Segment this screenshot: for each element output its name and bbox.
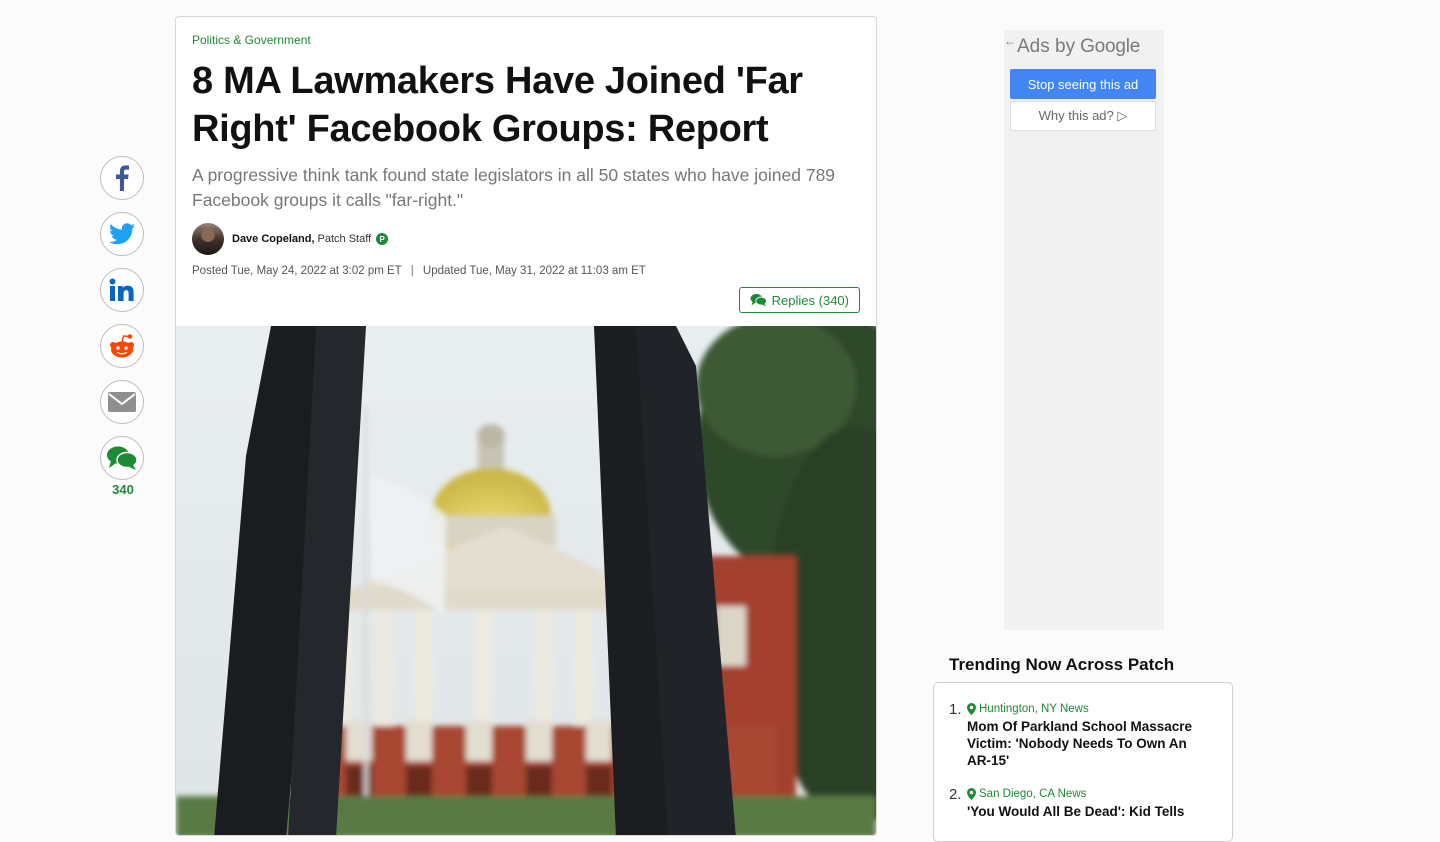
trending-number: 1. [949, 701, 962, 718]
location-pin-icon [967, 788, 976, 800]
replies-button[interactable]: Replies (340) [738, 287, 860, 313]
facebook-icon [116, 165, 129, 191]
author-name[interactable]: Dave Copeland, [232, 233, 315, 245]
trending-location-label: San Diego, CA News [979, 788, 1087, 800]
stop-seeing-ad-button[interactable]: Stop seeing this ad [1010, 69, 1156, 99]
facebook-share-button[interactable] [100, 156, 144, 200]
article-dek: A progressive think tank found state leg… [192, 165, 836, 210]
patch-badge-icon: P [376, 233, 389, 245]
trending-title: Trending Now Across Patch [949, 655, 1175, 674]
hero-image [176, 326, 876, 835]
comments-button[interactable] [100, 436, 144, 480]
comments-icon [107, 446, 138, 470]
why-this-ad-button[interactable]: Why this ad? ▷ [1010, 101, 1156, 131]
share-rail: 340 [100, 156, 146, 497]
reddit-share-button[interactable] [100, 324, 144, 368]
ads-by-google[interactable]: ← Ads by Google [1004, 34, 1141, 58]
article-dates: Posted Tue, May 24, 2022 at 3:02 pm ET |… [192, 265, 646, 277]
ads-by-label: Ads by [1017, 36, 1076, 57]
date-separator: | [410, 265, 414, 277]
author-avatar[interactable] [192, 223, 224, 255]
location-pin-icon [967, 703, 976, 715]
google-logo: Google [1080, 36, 1141, 57]
twitter-icon [109, 223, 135, 245]
linkedin-icon [109, 278, 134, 301]
category-link[interactable]: Politics & Government [192, 33, 311, 47]
trending-headline[interactable]: 'You Would All Be Dead': Kid Tells [967, 803, 1212, 820]
replies-label: Replies (340) [771, 292, 849, 308]
linkedin-share-button[interactable] [100, 268, 144, 312]
trending-headline[interactable]: Mom Of Parkland School Massacre Victim: … [967, 718, 1212, 769]
author-role: Patch Staff [317, 233, 372, 245]
posted-date: Posted Tue, May 24, 2022 at 3:02 pm ET [192, 265, 402, 277]
back-arrow-icon[interactable]: ← [1004, 34, 1016, 48]
trending-location[interactable]: Huntington, NY News [967, 703, 1089, 715]
updated-date: Updated Tue, May 31, 2022 at 11:03 am ET [422, 265, 646, 277]
trending-list: 1. Huntington, NY News Mom Of Parkland S… [933, 682, 1233, 842]
comments-icon [750, 293, 767, 307]
trending-location[interactable]: San Diego, CA News [967, 788, 1086, 800]
comment-count[interactable]: 340 [100, 482, 146, 497]
ad-slot: ← Ads by Google Stop seeing this ad Why … [1004, 30, 1164, 630]
reddit-icon [110, 334, 134, 358]
byline: Dave Copeland, Patch Staff P [192, 223, 389, 255]
article-headline: 8 MA Lawmakers Have Joined 'Far Right' F… [192, 60, 803, 150]
email-share-button[interactable] [100, 380, 144, 424]
trending-number: 2. [949, 786, 962, 803]
article-card: Politics & Government 8 MA Lawmakers Hav… [175, 16, 877, 836]
email-icon [108, 392, 136, 412]
state-house-photo [176, 326, 876, 835]
trending-location-label: Huntington, NY News [979, 703, 1089, 715]
twitter-share-button[interactable] [100, 212, 144, 256]
